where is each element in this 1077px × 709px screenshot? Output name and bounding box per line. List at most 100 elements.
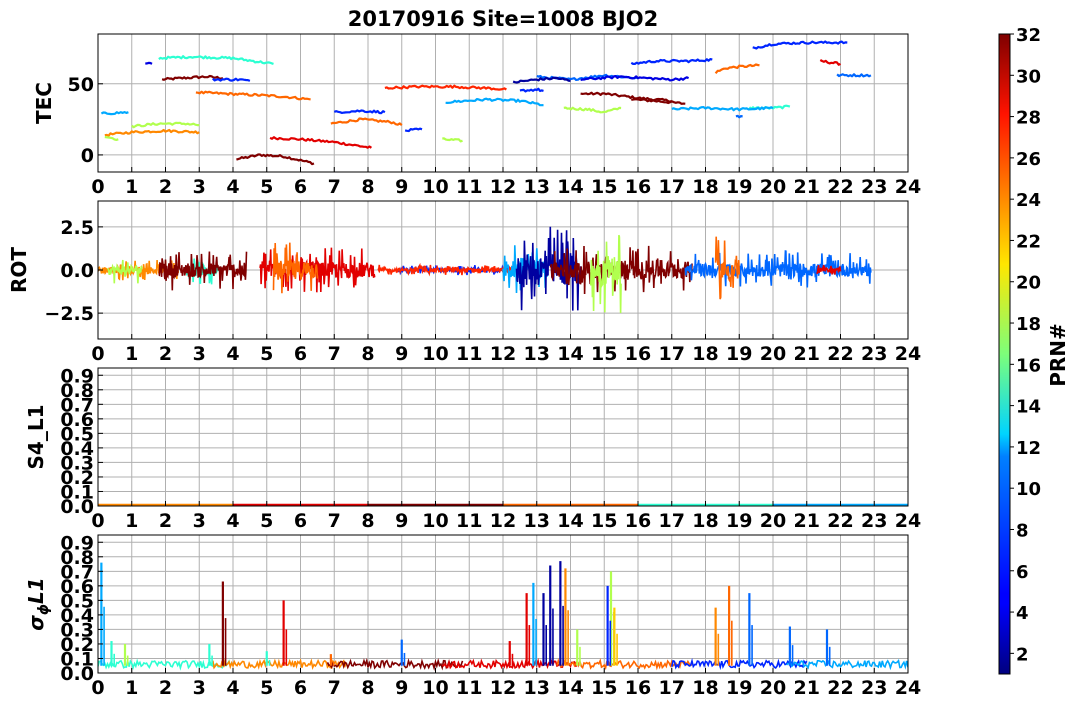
x-tick-label: 18	[692, 677, 718, 699]
colorbar-ticks: 2468101214161820222426283032	[1010, 25, 1041, 665]
x-tick-label: 15	[591, 510, 617, 532]
colorbar-tick-label: 30	[1016, 66, 1041, 87]
x-tick-label: 20	[760, 176, 786, 198]
sigma-baseline-prn-32	[326, 657, 464, 671]
x-tick-label: 9	[395, 677, 408, 699]
y-tick-label: 0	[81, 145, 94, 167]
x-tick-label: 17	[659, 176, 685, 198]
rot-trace-prn-25	[714, 236, 741, 300]
figure: 20170916 Site=1008 BJO2 0 1 2 3 4 5 6 7 8 9 10 11 12…	[7, 7, 1070, 699]
tec-trace-prn-25	[714, 63, 760, 75]
x-tick-label: 14	[557, 677, 583, 699]
x-tick-label: 9	[395, 176, 408, 198]
x-tick-label: 24	[895, 510, 921, 532]
x-tick-label: 15	[591, 176, 617, 198]
x-tick-label: 1	[125, 343, 138, 365]
x-tick-label: 4	[226, 510, 239, 532]
x-tick-label: 20	[760, 510, 786, 532]
rot-trace-prn-18	[107, 259, 143, 284]
x-tick-label: 11	[456, 343, 482, 365]
x-tick-label: 5	[260, 510, 273, 532]
x-tick-label: 11	[456, 677, 482, 699]
y-tick-labels: 2.5 0.0 −2.5	[44, 217, 103, 325]
colorbar-tick-label: 16	[1016, 355, 1041, 376]
y-axis-label: TEC	[32, 82, 56, 124]
x-tick-label: 17	[659, 510, 685, 532]
x-tick-label: 14	[557, 343, 583, 365]
y-tick-label: 0.9	[60, 365, 94, 387]
x-tick-label: 24	[895, 677, 921, 699]
tec-trace-prn-10	[445, 97, 544, 107]
x-tick-label: 12	[490, 510, 516, 532]
x-tick-label: 2	[159, 510, 172, 532]
grid	[97, 368, 909, 507]
x-tick-label: 1	[125, 176, 138, 198]
x-tick-label: 10	[422, 677, 448, 699]
x-tick-label: 20	[760, 677, 786, 699]
colorbar-tick-label: 4	[1016, 603, 1029, 624]
tec-trace-prn-10	[671, 105, 774, 112]
grid	[97, 535, 909, 674]
colorbar-tick-label: 20	[1016, 273, 1041, 294]
tec-trace-prn-18	[104, 135, 119, 141]
colorbar-tick-label: 28	[1016, 108, 1041, 129]
tec-trace-prn-14	[158, 55, 274, 65]
tec-trace-prn-25	[330, 117, 403, 126]
x-tick-label: 24	[895, 176, 921, 198]
y-axis-label: S4_L1	[24, 405, 48, 470]
x-tick-label: 13	[524, 677, 550, 699]
x-tick-label: 6	[294, 343, 307, 365]
tec-trace-prn-6	[404, 127, 423, 133]
colorbar-tick-label: 12	[1016, 438, 1041, 459]
panel-tec: 0 1 2 3 4 5 6 7 8 9 10 11 12 13 14 15 16 17 18 19 20 21 22 23 24…	[32, 33, 921, 198]
x-tick-label: 12	[490, 677, 516, 699]
rot-trace-prn-8	[684, 250, 872, 288]
x-tick-label: 2	[159, 677, 172, 699]
x-tick-label: 16	[625, 677, 651, 699]
x-tick-label: 8	[361, 176, 374, 198]
y-axis-label: σϕL1	[24, 577, 52, 630]
x-tick-label: 23	[861, 176, 887, 198]
y-tick-label: 0.9	[60, 532, 94, 554]
y-tick-label: −2.5	[44, 303, 94, 325]
colorbar-tick-label: 18	[1016, 314, 1041, 335]
y-tick-labels: 0.00.10.20.30.40.50.60.70.80.9	[60, 532, 103, 685]
x-tick-label: 1	[125, 677, 138, 699]
x-tick-label: 6	[294, 677, 307, 699]
x-tick-label: 8	[361, 510, 374, 532]
tec-trace-prn-32	[631, 98, 686, 105]
x-tick-label: 21	[794, 176, 820, 198]
x-tick-label: 16	[625, 343, 651, 365]
x-tick-label: 21	[794, 343, 820, 365]
tec-trace-prn-25	[195, 90, 311, 101]
colorbar-tick-label: 10	[1016, 479, 1041, 500]
colorbar-gradient	[998, 33, 1011, 675]
x-tick-label: 3	[193, 677, 206, 699]
x-tick-label: 7	[328, 677, 341, 699]
x-tick-label: 13	[524, 510, 550, 532]
x-tick-label: 21	[794, 677, 820, 699]
x-tick-label: 9	[395, 343, 408, 365]
x-tick-label: 20	[760, 343, 786, 365]
x-tick-label: 5	[260, 176, 273, 198]
x-tick-label: 14	[557, 510, 583, 532]
x-tick-label: 21	[794, 510, 820, 532]
x-tick-label: 10	[422, 343, 448, 365]
x-tick-label: 13	[524, 343, 550, 365]
x-tick-label: 9	[395, 510, 408, 532]
tec-trace-prn-8	[836, 73, 872, 78]
panel-s4-l1: 0 1 2 3 4 5 6 7 8 9 10 11 12 13 14 15 16 17 18 19 20 21 22 23 24…	[24, 365, 921, 532]
tec-trace-prn-18	[563, 106, 622, 114]
tec-trace-prn-24	[104, 128, 200, 137]
x-tick-label: 10	[422, 176, 448, 198]
y-tick-labels: 0.00.10.20.30.40.50.60.70.80.9	[60, 365, 103, 518]
colorbar-tick-label: 26	[1016, 149, 1041, 170]
x-tick-label: 3	[193, 176, 206, 198]
x-tick-label: 0	[91, 343, 104, 365]
tec-trace-prn-32	[236, 153, 315, 166]
x-tick-label: 17	[659, 343, 685, 365]
y-tick-label: 0.0	[60, 260, 94, 282]
tec-trace-prn-27	[384, 84, 507, 91]
x-tick-label: 5	[260, 677, 273, 699]
x-tick-label: 14	[557, 176, 583, 198]
